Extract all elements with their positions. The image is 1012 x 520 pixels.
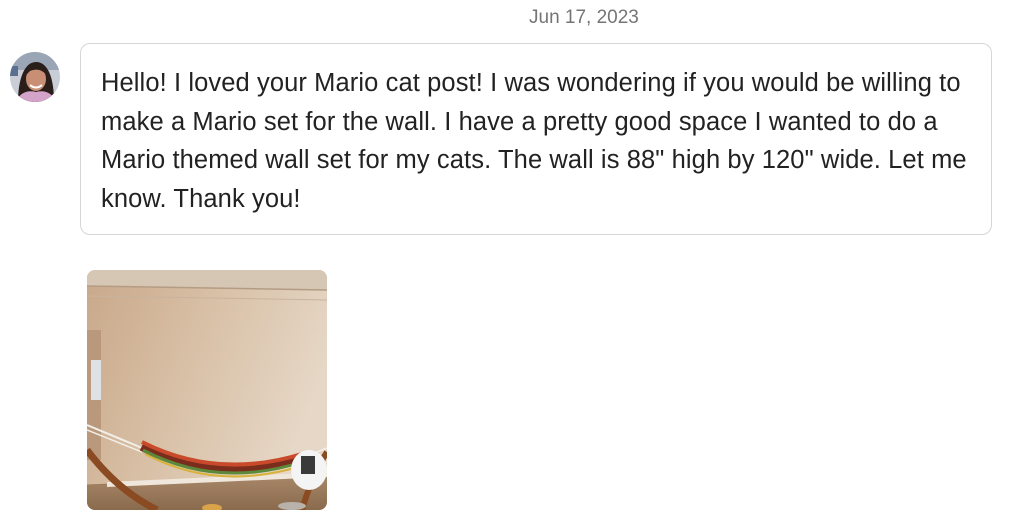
message-thread: Jun 17, 2023 Hello! I loved your Mario c… — [0, 0, 1012, 520]
message-date: Jun 17, 2023 — [529, 7, 639, 28]
message-bubble: Hello! I loved your Mario cat post! I wa… — [80, 43, 992, 235]
message-text: Hello! I loved your Mario cat post! I wa… — [101, 69, 967, 213]
user-avatar-icon — [10, 52, 60, 102]
photo-thumbnail-icon — [87, 270, 327, 510]
sender-avatar[interactable] — [10, 52, 60, 102]
attachment-photo[interactable] — [87, 270, 327, 510]
